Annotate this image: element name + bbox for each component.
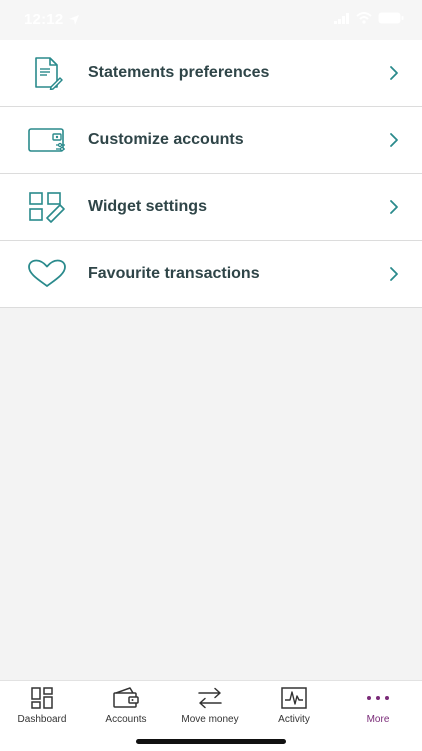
tab-more[interactable]: More bbox=[336, 681, 420, 731]
status-bar: 12:12 bbox=[0, 0, 422, 40]
widget-grid-edit-icon bbox=[27, 187, 67, 227]
tab-label: Move money bbox=[181, 714, 239, 725]
heart-icon bbox=[27, 254, 67, 294]
chevron-right-icon bbox=[390, 133, 398, 147]
menu-item-statements-preferences[interactable]: Statements preferences bbox=[0, 40, 422, 107]
menu-item-label: Customize accounts bbox=[88, 131, 244, 148]
menu-item-favourite-transactions[interactable]: Favourite transactions bbox=[0, 241, 422, 308]
more-menu-list: Statements preferences Customize account… bbox=[0, 40, 422, 308]
menu-item-widget-settings[interactable]: Widget settings bbox=[0, 174, 422, 241]
document-edit-icon bbox=[27, 53, 67, 93]
chevron-right-icon bbox=[390, 200, 398, 214]
wifi-icon bbox=[356, 12, 372, 24]
tab-label: Dashboard bbox=[17, 714, 67, 725]
menu-item-customize-accounts[interactable]: Customize accounts bbox=[0, 107, 422, 174]
tab-label: Accounts bbox=[105, 714, 147, 725]
activity-chart-icon bbox=[281, 686, 307, 710]
more-dots-icon bbox=[365, 686, 391, 710]
tab-accounts[interactable]: Accounts bbox=[84, 681, 168, 731]
menu-item-label: Widget settings bbox=[88, 198, 207, 215]
home-indicator[interactable] bbox=[136, 739, 286, 744]
card-settings-icon bbox=[27, 120, 67, 160]
status-time: 12:12 bbox=[24, 11, 64, 28]
tab-label: Activity bbox=[278, 714, 310, 725]
cellular-signal-icon bbox=[334, 12, 349, 24]
transfer-arrows-icon bbox=[197, 686, 223, 710]
wallet-icon bbox=[112, 686, 140, 710]
dashboard-icon bbox=[31, 686, 53, 710]
tab-move-money[interactable]: Move money bbox=[168, 681, 252, 731]
chevron-right-icon bbox=[390, 66, 398, 80]
tab-activity[interactable]: Activity bbox=[252, 681, 336, 731]
tab-dashboard[interactable]: Dashboard bbox=[0, 681, 84, 731]
menu-item-label: Statements preferences bbox=[88, 64, 270, 81]
tab-label: More bbox=[366, 714, 390, 725]
location-arrow-icon bbox=[69, 15, 79, 25]
status-indicators bbox=[334, 12, 404, 24]
menu-item-label: Favourite transactions bbox=[88, 265, 260, 282]
chevron-right-icon bbox=[390, 267, 398, 281]
battery-icon bbox=[378, 12, 404, 24]
